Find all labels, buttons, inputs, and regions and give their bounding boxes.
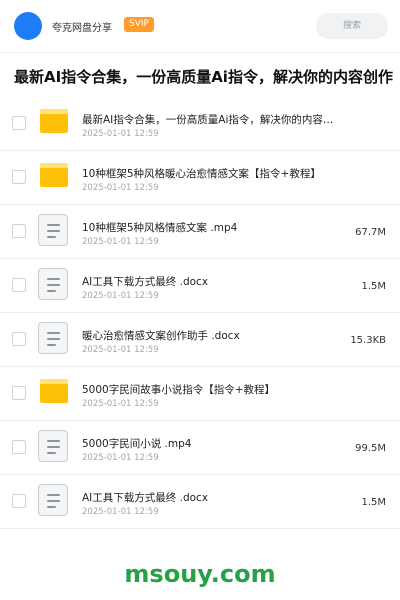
watermark: msouy.com [124,560,276,588]
file-name[interactable]: 最新AI指令合集，一份高质量Ai指令，解决你的内容… [82,112,352,127]
list-item[interactable]: 10种框架5种风格情感文案 .mp4 2025-01-01 12:59 67.7M [0,205,400,259]
header: 夸克网盘分享 SVIP 搜索 [0,0,400,52]
file-name[interactable]: AI工具下载方式最终 .docx [82,274,352,289]
select-checkbox[interactable] [12,116,26,130]
list-item[interactable]: 10种框架5种风格暖心治愈情感文案【指令+教程】 2025-01-01 12:59 [0,151,400,205]
file-name[interactable]: 10种框架5种风格暖心治愈情感文案【指令+教程】 [82,166,352,181]
file-name[interactable]: 暖心治愈情感文案创作助手 .docx [82,328,352,343]
select-checkbox[interactable] [12,332,26,346]
avatar[interactable] [14,12,42,40]
select-checkbox[interactable] [12,224,26,238]
file-size: 1.5M [361,497,386,508]
document-icon [38,322,68,354]
file-date: 2025-01-01 12:59 [82,507,159,517]
file-name[interactable]: 5000字民间小说 .mp4 [82,436,352,451]
list-item[interactable]: AI工具下载方式最终 .docx 2025-01-01 12:59 1.5M [0,475,400,529]
list-item[interactable]: 暖心治愈情感文案创作助手 .docx 2025-01-01 12:59 15.3KB [0,313,400,367]
folder-icon [40,379,68,403]
file-name[interactable]: AI工具下载方式最终 .docx [82,490,352,505]
select-checkbox[interactable] [12,386,26,400]
file-name[interactable]: 5000字民间故事小说指令【指令+教程】 [82,382,352,397]
title-bar: 最新AI指令合集，一份高质量Ai指令，解决你的内容创作【 [0,52,400,98]
app-name: 夸克网盘分享 [52,23,112,34]
folder-icon [40,163,68,187]
file-date: 2025-01-01 12:59 [82,453,159,463]
file-date: 2025-01-01 12:59 [82,237,159,247]
file-size: 67.7M [355,227,386,238]
list-item[interactable]: AI工具下载方式最终 .docx 2025-01-01 12:59 1.5M [0,259,400,313]
list-item[interactable]: 最新AI指令合集，一份高质量Ai指令，解决你的内容… 2025-01-01 12:… [0,97,400,151]
folder-icon [40,109,68,133]
list-item[interactable]: 5000字民间故事小说指令【指令+教程】 2025-01-01 12:59 [0,367,400,421]
document-icon [38,430,68,462]
search-button[interactable]: 搜索 [316,13,388,39]
file-date: 2025-01-01 12:59 [82,399,159,409]
file-list: 最新AI指令合集，一份高质量Ai指令，解决你的内容… 2025-01-01 12:… [0,97,400,529]
file-size: 15.3KB [350,335,386,346]
file-name[interactable]: 10种框架5种风格情感文案 .mp4 [82,220,352,235]
file-size: 99.5M [355,443,386,454]
share-page: 夸克网盘分享 SVIP 搜索 最新AI指令合集，一份高质量Ai指令，解决你的内容… [0,0,400,600]
file-date: 2025-01-01 12:59 [82,129,159,139]
page-title: 最新AI指令合集，一份高质量Ai指令，解决你的内容创作【 [14,68,400,86]
svip-badge: SVIP [124,17,154,32]
select-checkbox[interactable] [12,170,26,184]
file-date: 2025-01-01 12:59 [82,291,159,301]
select-checkbox[interactable] [12,440,26,454]
select-checkbox[interactable] [12,278,26,292]
document-icon [38,268,68,300]
document-icon [38,214,68,246]
file-date: 2025-01-01 12:59 [82,183,159,193]
list-item[interactable]: 5000字民间小说 .mp4 2025-01-01 12:59 99.5M [0,421,400,475]
file-date: 2025-01-01 12:59 [82,345,159,355]
select-checkbox[interactable] [12,494,26,508]
file-size: 1.5M [361,281,386,292]
document-icon [38,484,68,516]
